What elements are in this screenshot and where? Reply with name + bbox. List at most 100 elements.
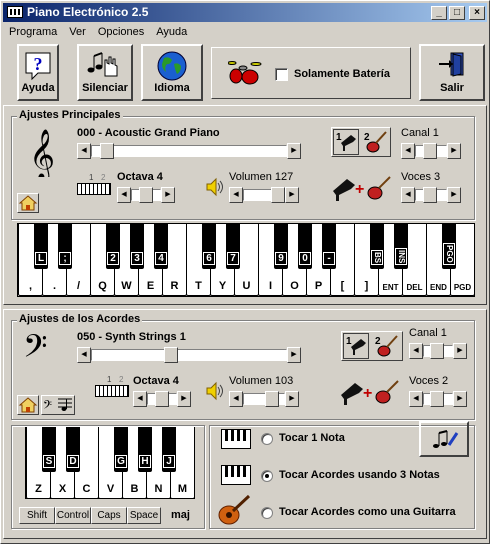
main-black-key[interactable]: 6 bbox=[202, 224, 216, 269]
main-black-key-label: 4 bbox=[155, 252, 167, 265]
exit-button[interactable]: Salir bbox=[419, 44, 485, 101]
piano-mode-icon[interactable]: 1 bbox=[333, 129, 359, 155]
main-white-key-label: . bbox=[52, 280, 57, 292]
main-instrument-thumb[interactable] bbox=[100, 143, 114, 159]
chord-white-key-label: C bbox=[82, 483, 91, 495]
chords-volume-slider[interactable]: ◀ ▶ bbox=[229, 391, 299, 407]
svg-text:+: + bbox=[355, 181, 364, 198]
chord-black-key-label: D bbox=[67, 455, 79, 468]
chord-mode-label: maj bbox=[171, 509, 190, 521]
one-note-radio[interactable] bbox=[261, 433, 273, 445]
maximize-button[interactable]: □ bbox=[449, 6, 465, 20]
modifier-shift-button[interactable]: Shift bbox=[19, 507, 55, 524]
chord-black-key[interactable]: J bbox=[162, 427, 176, 472]
main-black-key-label: - bbox=[323, 252, 335, 265]
main-voices-thumb[interactable] bbox=[423, 187, 437, 203]
main-black-key[interactable]: 0 bbox=[298, 224, 312, 269]
help-button[interactable]: ? Ayuda bbox=[17, 44, 59, 101]
main-instrument-slider[interactable]: ◀ ▶ bbox=[77, 143, 301, 159]
main-black-key[interactable]: INS bbox=[394, 224, 408, 269]
main-white-key-label: I bbox=[268, 280, 273, 292]
main-octave-slider[interactable]: ◀ ▶ bbox=[117, 187, 175, 203]
three-notes-keys-icon bbox=[221, 465, 251, 485]
bass-notes-icon: 𝄢 bbox=[43, 398, 72, 415]
main-black-key[interactable]: 3 bbox=[130, 224, 144, 269]
chords-octave-slider[interactable]: ◀ ▶ bbox=[133, 391, 191, 407]
chord-black-key[interactable]: H bbox=[138, 427, 152, 472]
main-voices-slider[interactable]: ◀ ▶ bbox=[401, 187, 461, 203]
main-black-key[interactable]: BS bbox=[370, 224, 384, 269]
menu-ver[interactable]: Ver bbox=[63, 23, 92, 38]
main-black-key[interactable]: 2 bbox=[106, 224, 120, 269]
main-volume-thumb[interactable] bbox=[271, 187, 285, 203]
main-channel-slider[interactable]: ◀ ▶ bbox=[401, 143, 461, 159]
drums-only-checkbox[interactable] bbox=[275, 68, 288, 81]
treble-clef-icon: 𝄞 bbox=[29, 129, 55, 177]
menu-programa[interactable]: Programa bbox=[3, 23, 63, 38]
main-black-key[interactable]: ; bbox=[58, 224, 72, 269]
chords-instrument-name: 050 - Synth Strings 1 bbox=[77, 331, 186, 343]
main-voices-label: Voces 3 bbox=[401, 171, 441, 183]
svg-text:𝄢: 𝄢 bbox=[23, 333, 47, 367]
mute-button[interactable]: Silenciar bbox=[77, 44, 133, 101]
main-black-key[interactable]: L bbox=[34, 224, 48, 269]
chords-guitar-mode-icon[interactable]: 2 bbox=[373, 333, 400, 359]
main-channel-thumb[interactable] bbox=[423, 143, 437, 159]
bass-clef-icon: 𝄢 bbox=[23, 333, 47, 367]
main-white-key-label: U bbox=[242, 280, 251, 292]
chords-instrument-thumb[interactable] bbox=[164, 347, 178, 363]
chords-channel-slider[interactable]: ◀ ▶ bbox=[409, 343, 467, 359]
chord-black-key[interactable]: G bbox=[114, 427, 128, 472]
chords-channel-thumb[interactable] bbox=[430, 343, 444, 359]
chords-reset-button[interactable] bbox=[17, 395, 39, 415]
modifier-space-button[interactable]: Space bbox=[127, 507, 161, 524]
three-notes-radio[interactable] bbox=[261, 470, 273, 482]
guitar-chords-radio[interactable] bbox=[261, 507, 273, 519]
chords-octave-tick-2: 2 bbox=[119, 375, 124, 384]
minimize-button[interactable]: _ bbox=[431, 6, 447, 20]
chords-volume-label: Volumen 103 bbox=[229, 375, 294, 387]
main-white-key-label: / bbox=[76, 280, 81, 292]
chords-voices-slider[interactable]: ◀ ▶ bbox=[409, 391, 467, 407]
chords-home-icon bbox=[18, 397, 38, 413]
main-reset-button[interactable] bbox=[17, 193, 39, 213]
chords-octave-thumb[interactable] bbox=[155, 391, 169, 407]
chords-voices-thumb[interactable] bbox=[430, 391, 444, 407]
home-icon bbox=[18, 195, 38, 211]
chords-volume-thumb[interactable] bbox=[265, 391, 279, 407]
chords-instrument-slider[interactable]: ◀ ▶ bbox=[77, 347, 301, 363]
piano-app-icon bbox=[7, 6, 23, 18]
main-volume-slider[interactable]: ◀ ▶ bbox=[229, 187, 299, 203]
chord-black-key[interactable]: D bbox=[66, 427, 80, 472]
main-black-key[interactable]: 4 bbox=[154, 224, 168, 269]
main-black-key-label: PGO bbox=[443, 243, 455, 265]
chords-octave-tick-1: 1 bbox=[107, 375, 112, 384]
chords-piano-mode-icon[interactable]: 1 bbox=[343, 333, 369, 359]
main-white-key-label: , bbox=[28, 280, 33, 292]
main-black-key[interactable]: PGO bbox=[442, 224, 456, 269]
main-white-key-label: T bbox=[195, 280, 202, 292]
main-octave-label: Octava 4 bbox=[117, 171, 163, 183]
globe-icon bbox=[157, 51, 187, 81]
main-black-key[interactable]: 7 bbox=[226, 224, 240, 269]
menu-ayuda[interactable]: Ayuda bbox=[150, 23, 193, 38]
svg-text:1: 1 bbox=[336, 132, 342, 143]
main-black-key[interactable]: - bbox=[322, 224, 336, 269]
svg-text:𝄞: 𝄞 bbox=[29, 129, 55, 177]
chord-black-key[interactable]: S bbox=[42, 427, 56, 472]
chords-notes-button[interactable]: 𝄢 bbox=[41, 395, 75, 415]
main-black-key-label: 6 bbox=[203, 252, 215, 265]
close-button[interactable]: × bbox=[469, 6, 485, 20]
language-button[interactable]: Idioma bbox=[141, 44, 203, 101]
chord-editor-button[interactable] bbox=[419, 421, 469, 457]
main-white-key-label: ENT bbox=[382, 283, 399, 292]
main-white-key-label: DEL bbox=[406, 283, 423, 292]
main-octave-thumb[interactable] bbox=[139, 187, 153, 203]
modifier-control-button[interactable]: Control bbox=[55, 507, 91, 524]
menu-opciones[interactable]: Opciones bbox=[92, 23, 150, 38]
main-black-key[interactable]: 9 bbox=[274, 224, 288, 269]
guitar-mode-icon[interactable]: 2 bbox=[362, 129, 389, 155]
modifier-caps-button[interactable]: Caps bbox=[91, 507, 127, 524]
main-white-key-label: O bbox=[290, 280, 299, 292]
main-white-key-label: P bbox=[314, 280, 323, 292]
